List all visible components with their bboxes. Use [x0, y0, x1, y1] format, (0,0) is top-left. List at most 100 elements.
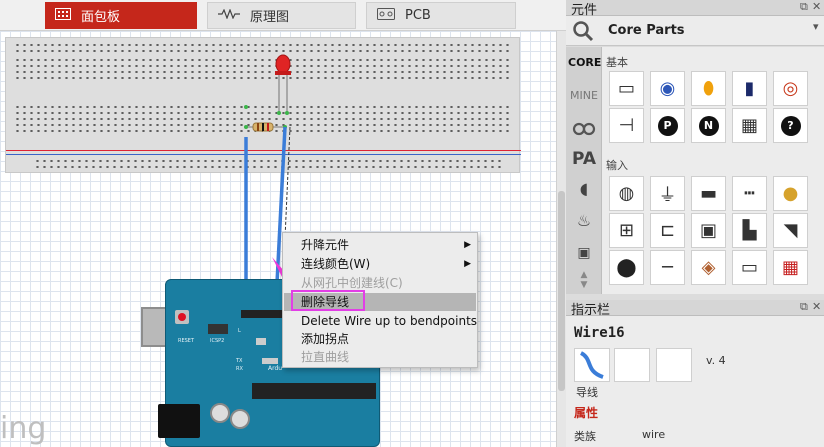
resistor[interactable] [246, 122, 285, 132]
mystery-part-icon[interactable]: ? [773, 108, 808, 143]
potentiometer-icon[interactable]: ◍ [609, 176, 644, 211]
menu-item-label: 添加拐点 [301, 332, 350, 346]
bin-menu-icon[interactable]: ▾ [813, 20, 819, 33]
tab-schematic[interactable]: 原理图 [207, 2, 356, 29]
rotary-encoder-icon[interactable]: ⊞ [609, 213, 644, 248]
bin-tabs: CORE MINE PA ◖ ♨ ▣ ▲ ▼ [566, 47, 602, 294]
reed-switch-icon[interactable]: ⊏ [650, 213, 685, 248]
pcb-preview [656, 348, 692, 382]
menu-item-label: 升降元件 [301, 238, 350, 252]
part-glyph: ─ [662, 257, 673, 278]
piezo-icon[interactable]: ● [773, 176, 808, 211]
flame-icon[interactable]: ♨ [568, 209, 600, 233]
family-label: 类族 [574, 430, 596, 443]
tab-breadboard[interactable]: 面包板 [45, 2, 197, 29]
part-glyph: ⊞ [618, 220, 635, 241]
parts-panel-titlebar: 元件 ⧉ ✕ [566, 0, 824, 18]
pa-icon[interactable]: PA [568, 147, 600, 171]
diode-icon[interactable]: ⊣ [609, 108, 644, 143]
inductor-icon[interactable]: ◎ [773, 71, 808, 106]
canvas-scrollbar[interactable] [556, 31, 566, 447]
part-glyph: ◈ [701, 257, 716, 278]
parts-search-bar: Core Parts ▾ [566, 16, 824, 46]
close-icon[interactable]: ✕ [812, 0, 821, 13]
properties-heading: 属性 [574, 406, 599, 420]
svg-text:RX: RX [236, 366, 243, 372]
svg-text:ICSP2: ICSP2 [210, 338, 224, 344]
part-glyph: ◍ [618, 183, 635, 204]
float-icon[interactable]: ⧉ [800, 0, 808, 14]
scroll-down-icon[interactable]: ▼ [568, 273, 600, 297]
wire-preview-icon [574, 348, 610, 382]
menu-item-label: Delete Wire up to bendpoints [301, 314, 478, 328]
part-glyph: ▙ [742, 220, 757, 241]
mosfet-icon[interactable]: ▦ [732, 108, 767, 143]
tantalum-capacitor-icon[interactable]: ⬮ [691, 71, 726, 106]
svg-text:RESET: RESET [178, 338, 195, 344]
resistor-icon[interactable]: ▭ [609, 71, 644, 106]
power-jack [158, 404, 200, 438]
submenu-arrow-icon: ▶ [464, 240, 471, 250]
part-glyph: ⏚ [658, 184, 677, 206]
toggle-switch-icon[interactable]: ▙ [732, 213, 767, 248]
tab-pcb[interactable]: PCB [366, 2, 516, 29]
menu-item-label: 拉直曲线 [301, 350, 350, 364]
elephant-icon[interactable]: ◖ [568, 177, 600, 201]
npn-transistor-icon[interactable]: N [691, 108, 726, 143]
flex-sensor-icon[interactable]: ─ [650, 250, 685, 285]
menu-item-delete-wire-to-bendpoints[interactable]: Delete Wire up to bendpoints [284, 312, 478, 330]
tilt-switch-icon[interactable]: ◥ [773, 213, 808, 248]
tab-label: 原理图 [250, 10, 290, 25]
svg-text:L: L [238, 328, 241, 334]
reset-button[interactable] [175, 310, 189, 324]
slide-pot-icon[interactable]: ▬ [691, 176, 726, 211]
capacitor [230, 409, 250, 429]
scrollbar-thumb[interactable] [558, 191, 565, 391]
bin-tab-core[interactable]: CORE [568, 51, 602, 75]
pin-header-icon[interactable]: ┅ [732, 176, 767, 211]
menu-item-label: 从网孔中创建线(C) [301, 276, 403, 290]
pnp-transistor-icon[interactable]: P [650, 108, 685, 143]
float-icon[interactable]: ⧉ [800, 300, 808, 314]
part-glyph: ◥ [783, 220, 798, 241]
inspector-titlebar: 指示栏 ⧉ ✕ [566, 300, 824, 318]
close-icon[interactable]: ✕ [812, 300, 821, 313]
part-version: v. 4 [706, 354, 726, 367]
microcontroller-chip [252, 383, 376, 399]
fsr-icon[interactable]: ⬤ [609, 250, 644, 285]
view-tab-bar: 面包板 原理图 PCB [0, 0, 566, 31]
tab-label: PCB [405, 8, 431, 23]
menu-item-wire-color[interactable]: 连线颜色(W) ▶ [284, 255, 476, 273]
search-icon[interactable] [572, 20, 594, 45]
bin-tab-mine[interactable]: MINE [568, 84, 600, 108]
part-glyph: ⬮ [702, 78, 715, 99]
svg-text:Ardu: Ardu [268, 365, 282, 372]
annotation-highlight-box [291, 290, 365, 311]
menu-item-add-bendpoint[interactable]: 添加拐点 [284, 330, 476, 348]
family-value: wire [642, 428, 666, 441]
parts-grid: 基本 ▭ ◉ ⬮ ▮ ◎ ⊣ P N ▦? ◍ ⏚ ▬ ┅ ● ⊞ ⊏ ▣ ▙ ◥ ⬤ ─ ◈ ▭ ▦ 输入 [602, 47, 824, 294]
schematic-icon [218, 8, 240, 23]
part-glyph: ◉ [659, 78, 676, 99]
part-glyph: ▭ [740, 257, 758, 278]
menu-item-label: 连线颜色(W) [301, 257, 371, 271]
ceramic-capacitor-icon[interactable]: ◉ [650, 71, 685, 106]
pushbutton-icon[interactable]: ▣ [691, 213, 726, 248]
bin-tab-label: CORE [568, 56, 602, 69]
parts-panel: 元件 ⧉ ✕ Core Parts ▾ CORE MINE PA ◖ ♨ ▣ ▲… [566, 0, 824, 294]
submenu-arrow-icon: ▶ [464, 259, 471, 269]
part-caption: 导线 [576, 386, 598, 399]
menu-item-raise-lower[interactable]: 升降元件 ▶ [284, 236, 476, 254]
sensor-board-icon[interactable]: ▦ [773, 250, 808, 285]
rotary-pot-icon[interactable]: ⏚ [650, 176, 685, 211]
photocell-icon[interactable]: ◈ [691, 250, 726, 285]
inspector-panel: 指示栏 ⧉ ✕ Wire16 v. 4 导线 属性 类族 wire [566, 300, 824, 447]
part-label: N [698, 115, 719, 136]
ir-sensor-icon[interactable]: ▭ [732, 250, 767, 285]
robot-icon[interactable]: ▣ [568, 241, 600, 265]
led[interactable] [275, 54, 291, 113]
menu-item-straighten-curve: 拉直曲线 [284, 348, 476, 366]
part-glyph: ● [782, 183, 799, 204]
electrolytic-capacitor-icon[interactable]: ▮ [732, 71, 767, 106]
arduino-infinity-icon[interactable] [568, 117, 600, 141]
